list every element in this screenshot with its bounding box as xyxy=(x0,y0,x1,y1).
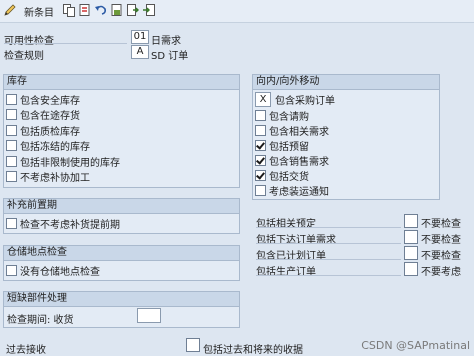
movement-option-checkbox[interactable] xyxy=(255,154,266,166)
stock-option-row: 包含安全库存 xyxy=(6,92,80,107)
divider xyxy=(4,43,127,44)
include-purchase-orders-field[interactable]: X xyxy=(255,91,271,107)
divider xyxy=(256,243,401,244)
movement-option-checkbox[interactable] xyxy=(255,124,266,136)
divider xyxy=(256,227,401,228)
stock-option-checkbox[interactable] xyxy=(6,124,17,136)
stock-option-label: 包括质检库存 xyxy=(20,126,80,138)
stock-option-checkbox[interactable] xyxy=(6,93,17,105)
check-period-label: 检查期间: 收货 xyxy=(7,315,74,326)
movement-option-checkbox[interactable] xyxy=(255,184,266,196)
movement-option-row: 包含相关需求 xyxy=(255,123,329,138)
stock-option-row: 包括冻结的库存 xyxy=(6,139,90,153)
shortage-group: 短缺部件处理 检查期间: 收货 xyxy=(3,291,240,328)
replenish-option-checkbox[interactable] xyxy=(6,217,17,229)
copy-icon[interactable] xyxy=(62,3,76,17)
storage-group-title: 仓储地点检查 xyxy=(4,246,239,261)
consider-row-value: 不要检查 xyxy=(421,251,461,262)
consider-row-field[interactable] xyxy=(404,214,418,228)
stock-option-row: 包括质检库存 xyxy=(6,123,80,138)
movement-option-label: 考虑装运通知 xyxy=(269,186,329,198)
divider xyxy=(256,275,401,276)
movement-option-label: 包含销售需求 xyxy=(269,156,329,168)
storage-option-row: 没有仓储地点检查 xyxy=(6,263,100,278)
stock-option-label: 不考虑补协加工 xyxy=(20,173,90,184)
check-rule-label: 检查规则 xyxy=(4,51,44,62)
stock-option-label: 包含在途存货 xyxy=(20,111,80,122)
stock-option-checkbox[interactable] xyxy=(6,140,17,151)
edit-pen-icon[interactable] xyxy=(3,3,17,17)
stock-group-title: 库存 xyxy=(4,75,239,90)
storage-option-label: 没有仓储地点检查 xyxy=(20,266,100,278)
stock-option-row: 包括非限制使用的库存 xyxy=(6,154,120,169)
movement-group-title: 向内/向外移动 xyxy=(253,75,439,90)
movement-group: 向内/向外移动 X 包含采购订单 包含请购包含相关需求 包括预留包含销售需求 包括交… xyxy=(252,74,440,200)
consider-row-value: 不要检查 xyxy=(421,235,461,246)
stock-option-checkbox[interactable] xyxy=(6,109,17,120)
stock-option-checkbox[interactable] xyxy=(6,155,17,167)
movement-option-label: 包含相关需求 xyxy=(269,126,329,138)
storage-option-checkbox[interactable] xyxy=(6,264,17,276)
consider-row-field[interactable] xyxy=(404,230,418,244)
stock-option-row: 不考虑补协加工 xyxy=(6,170,90,184)
divider xyxy=(256,259,401,260)
movement-option-row: 包括交货 xyxy=(255,168,309,183)
replenish-option-row: 检查不考虑补货提前期 xyxy=(6,216,120,231)
undo-icon[interactable] xyxy=(94,3,108,17)
movement-option-label: 包括预留 xyxy=(269,141,309,153)
shortage-group-title: 短缺部件处理 xyxy=(4,292,239,307)
consider-row-value: 不要考虑 xyxy=(421,267,461,278)
stock-option-label: 包括冻结的库存 xyxy=(20,142,90,153)
new-entry-button[interactable]: 新条目 xyxy=(24,4,54,19)
check-rule-desc: SD 订单 xyxy=(151,51,189,62)
save-document-icon[interactable] xyxy=(110,3,124,17)
movement-option-row: 包括预留 xyxy=(255,138,309,153)
include-past-future-checkbox[interactable] xyxy=(186,338,200,352)
availability-check-desc: 日需求 xyxy=(151,36,181,47)
availability-check-field[interactable]: 01 xyxy=(131,30,149,44)
storage-group: 仓储地点检查 没有仓储地点检查 xyxy=(3,245,240,281)
stock-option-checkbox[interactable] xyxy=(6,171,17,182)
movement-option-row: 包含请购 xyxy=(255,108,309,123)
availability-check-label: 可用性检查 xyxy=(4,36,54,47)
delete-icon[interactable] xyxy=(78,3,92,17)
movement-option-row: 包含销售需求 xyxy=(255,153,329,168)
include-purchase-orders-label: 包含采购订单 xyxy=(275,95,335,107)
movement-option-checkbox[interactable] xyxy=(255,169,266,181)
export-icon[interactable] xyxy=(126,3,140,17)
replenish-group: 补充前置期 检查不考虑补货提前期 xyxy=(3,198,240,234)
import-icon[interactable] xyxy=(142,3,156,17)
replenish-group-title: 补充前置期 xyxy=(4,199,239,214)
stock-option-label: 包括非限制使用的库存 xyxy=(20,157,120,169)
movement-option-row: 考虑装运通知 xyxy=(255,183,329,198)
movement-option-label: 包含请购 xyxy=(269,111,309,123)
consider-row-field[interactable] xyxy=(404,246,418,260)
replenish-option-label: 检查不考虑补货提前期 xyxy=(20,219,120,231)
include-purchase-orders-row: X 包含采购订单 xyxy=(255,91,335,107)
check-period-input[interactable] xyxy=(137,308,161,323)
watermark: CSDN @SAPmatinal xyxy=(361,339,470,352)
movement-option-checkbox[interactable] xyxy=(255,139,266,151)
stock-group: 库存 包含安全库存 包含在途存货 包括质检库存 包括冻结的库存包括非限制使用的库存 不考… xyxy=(3,74,240,188)
consider-row-field[interactable] xyxy=(404,262,418,276)
stock-option-label: 包含安全库存 xyxy=(20,95,80,107)
toolbar: 新条目 xyxy=(0,0,474,23)
consider-row-value: 不要检查 xyxy=(421,219,461,230)
stock-option-row: 包含在途存货 xyxy=(6,108,80,122)
check-rule-field[interactable]: A xyxy=(131,45,149,59)
movement-option-label: 包括交货 xyxy=(269,171,309,183)
movement-option-checkbox[interactable] xyxy=(255,109,266,121)
